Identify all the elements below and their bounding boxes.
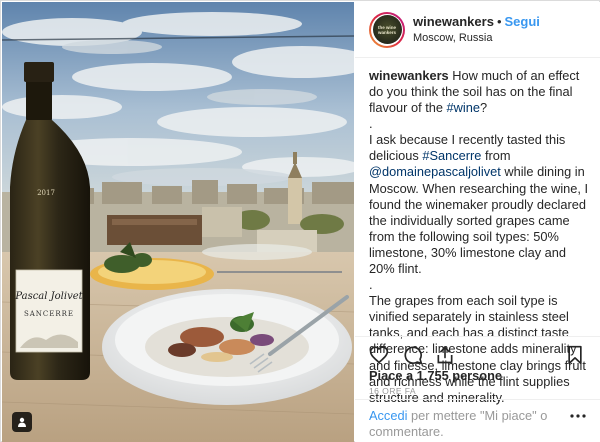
login-link[interactable]: Accedi bbox=[369, 408, 407, 423]
caption-separator-1: . bbox=[369, 116, 373, 132]
post-header: the wine wankers winewankers • Segui Mosco… bbox=[355, 2, 600, 58]
location-link[interactable]: Moscow, Russia bbox=[413, 30, 540, 47]
bottle-year: 2017 bbox=[37, 189, 55, 197]
separator-dot: • bbox=[496, 13, 502, 29]
mention-domainepascaljolivet[interactable]: @domainepascaljolivet bbox=[369, 164, 501, 179]
caption-text-1-end: ? bbox=[479, 100, 488, 116]
heart-icon[interactable] bbox=[369, 345, 389, 365]
photo-illustration: 2017 Pascal Jolivet SANCERRE bbox=[2, 2, 354, 442]
tagged-users-button[interactable] bbox=[12, 412, 32, 432]
post-timestamp[interactable]: 16 ORE FA bbox=[369, 386, 416, 396]
caption-text-2-from: from bbox=[481, 148, 511, 164]
more-options-icon[interactable] bbox=[570, 412, 586, 420]
caption-username[interactable]: winewankers bbox=[369, 68, 449, 83]
login-prompt: Accedi per mettere "Mi piace" o commenta… bbox=[369, 408, 559, 440]
person-icon bbox=[18, 417, 26, 427]
likes-count[interactable]: Piace a 1.755 persone bbox=[369, 368, 502, 383]
post-photo[interactable]: 2017 Pascal Jolivet SANCERRE bbox=[2, 2, 354, 442]
caption-text-2-rest: while dining in Moscow. When researching… bbox=[369, 164, 589, 277]
bookmark-icon[interactable] bbox=[565, 345, 585, 365]
instagram-post: 2017 Pascal Jolivet SANCERRE the wine wa… bbox=[0, 0, 600, 442]
post-sidebar: the wine wankers winewankers • Segui Mosco… bbox=[355, 2, 600, 442]
follow-button[interactable]: Segui bbox=[505, 14, 540, 29]
bottle-brand: Pascal Jolivet bbox=[14, 291, 83, 302]
share-icon[interactable] bbox=[435, 345, 455, 365]
caption-separator-2: . bbox=[369, 277, 373, 293]
comment-icon[interactable] bbox=[403, 345, 423, 365]
avatar-text: the wine wankers bbox=[377, 24, 396, 35]
comment-area: Accedi per mettere "Mi piace" o commenta… bbox=[355, 399, 600, 442]
action-bar bbox=[355, 336, 600, 366]
bottle-name: SANCERRE bbox=[24, 310, 74, 318]
avatar[interactable]: the wine wankers bbox=[369, 11, 405, 48]
username-link[interactable]: winewankers bbox=[413, 14, 494, 29]
hashtag-sancerre[interactable]: #Sancerre bbox=[422, 148, 481, 163]
hashtag-wine[interactable]: #wine bbox=[447, 100, 480, 115]
